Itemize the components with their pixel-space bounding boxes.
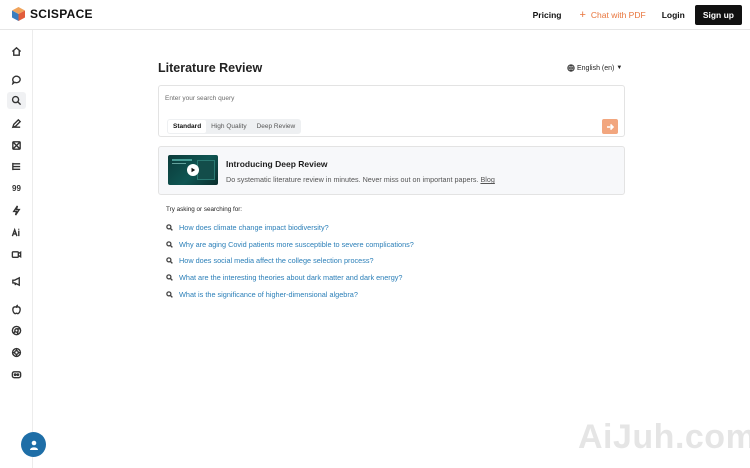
brand-name: SCISPACE [30, 7, 93, 21]
openai-icon[interactable] [10, 346, 23, 359]
tab-standard[interactable]: Standard [168, 120, 207, 133]
search-icon [166, 274, 173, 282]
language-selector[interactable]: English (en) ▼ [567, 64, 622, 72]
pricing-link[interactable]: Pricing [533, 10, 562, 20]
list-icon[interactable] [10, 160, 23, 173]
suggestion-item[interactable]: What is the significance of higher-dimen… [166, 286, 414, 303]
login-link[interactable]: Login [662, 10, 685, 20]
language-label: English (en) [577, 64, 615, 72]
chrome-icon[interactable] [10, 324, 23, 337]
suggestion-item[interactable]: How does climate change impact biodivers… [166, 219, 414, 236]
watermark: AiJuh.com [578, 418, 750, 456]
tab-high-quality[interactable]: High Quality [206, 120, 251, 133]
suggestion-item[interactable]: What are the interesting theories about … [166, 269, 414, 286]
search-mode-tabs: Standard High Quality Deep Review [167, 119, 302, 134]
globe-icon [567, 64, 575, 72]
video-icon[interactable] [10, 248, 23, 261]
top-bar: SCISPACE Pricing + Chat with PDF Login S… [0, 0, 750, 30]
search-icon [166, 291, 173, 298]
logo[interactable]: SCISPACE [12, 7, 93, 21]
megaphone-icon[interactable] [10, 275, 23, 288]
discord-icon[interactable] [10, 368, 23, 381]
search-panel: Standard High Quality Deep Review [158, 85, 625, 137]
suggestion-item[interactable]: How does social media affect the college… [166, 253, 414, 270]
top-nav: Pricing + Chat with PDF Login Sign up [533, 4, 742, 26]
tab-deep-review[interactable]: Deep Review [252, 120, 301, 133]
chat-icon[interactable] [10, 73, 23, 86]
promo-title: Introducing Deep Review [226, 159, 328, 169]
pen-icon[interactable] [10, 117, 23, 130]
chat-with-pdf-link[interactable]: + Chat with PDF [579, 9, 645, 21]
search-icon [166, 257, 173, 265]
help-chat-button[interactable] [21, 432, 46, 457]
play-icon [187, 164, 199, 176]
support-icon [29, 440, 38, 450]
submit-search-button[interactable] [602, 119, 618, 134]
sidebar: 99 [0, 30, 33, 468]
suggestion-list: How does climate change impact biodivers… [166, 219, 414, 303]
arrow-right-icon [607, 123, 614, 130]
page-title: Literature Review [158, 61, 263, 75]
ai-writer-icon[interactable] [10, 226, 23, 239]
grid-icon[interactable] [10, 139, 23, 152]
home-icon[interactable] [10, 45, 23, 58]
quote-icon[interactable]: 99 [10, 182, 23, 195]
scispace-logo-icon [12, 7, 25, 21]
search-icon[interactable] [7, 92, 26, 109]
blog-link[interactable]: Blog [480, 175, 494, 184]
search-icon [166, 224, 173, 231]
plus-icon: + [579, 9, 586, 21]
chat-with-pdf-label: Chat with PDF [590, 10, 646, 20]
bolt-icon[interactable] [10, 204, 23, 217]
chevron-down-icon: ▼ [616, 65, 623, 71]
promo-video-thumbnail[interactable] [168, 155, 218, 185]
promo-description: Do systematic literature review in minut… [226, 175, 495, 184]
search-icon [166, 240, 173, 248]
deep-review-promo: Introducing Deep Review Do systematic li… [158, 146, 625, 195]
apple-icon[interactable] [10, 303, 23, 316]
suggestion-item[interactable]: Why are aging Covid patients more suscep… [166, 236, 414, 253]
search-input[interactable] [165, 91, 605, 105]
signup-button[interactable]: Sign up [694, 5, 742, 25]
suggestions-label: Try asking or searching for: [166, 206, 243, 213]
